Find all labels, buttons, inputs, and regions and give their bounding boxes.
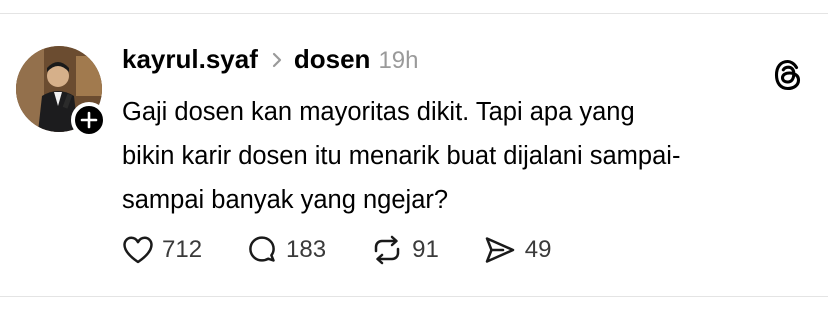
comment-icon xyxy=(249,236,275,262)
reply-count: 183 xyxy=(286,236,327,263)
community-link[interactable]: dosen xyxy=(294,44,371,75)
plus-icon xyxy=(80,111,98,129)
post-text: Gaji dosen kan mayoritas dikit. Tapi apa… xyxy=(122,98,681,214)
like-button[interactable]: 712 xyxy=(122,235,202,265)
username-link[interactable]: kayrul.syaf xyxy=(122,44,258,75)
share-count: 49 xyxy=(524,236,552,263)
repost-button[interactable]: 91 xyxy=(370,235,439,265)
thread-post: kayrul.syaf dosen 19h Gaji dosen kan may… xyxy=(0,14,828,296)
post-timestamp: 19h xyxy=(378,47,419,74)
threads-logo-icon[interactable] xyxy=(772,58,804,92)
share-button[interactable]: 49 xyxy=(483,235,552,265)
chevron-right-icon xyxy=(272,52,282,73)
repost-count: 91 xyxy=(412,236,439,263)
send-icon xyxy=(485,237,515,263)
bottom-divider xyxy=(0,296,828,297)
like-count: 712 xyxy=(162,236,203,263)
post-header: kayrul.syaf dosen 19h xyxy=(122,44,419,76)
repost-icon xyxy=(374,235,400,265)
post-actions: 712 183 91 49 xyxy=(122,232,596,268)
heart-icon xyxy=(123,236,153,264)
follow-button[interactable] xyxy=(71,102,107,138)
avatar-container[interactable] xyxy=(16,46,107,150)
reply-button[interactable]: 183 xyxy=(246,234,326,266)
